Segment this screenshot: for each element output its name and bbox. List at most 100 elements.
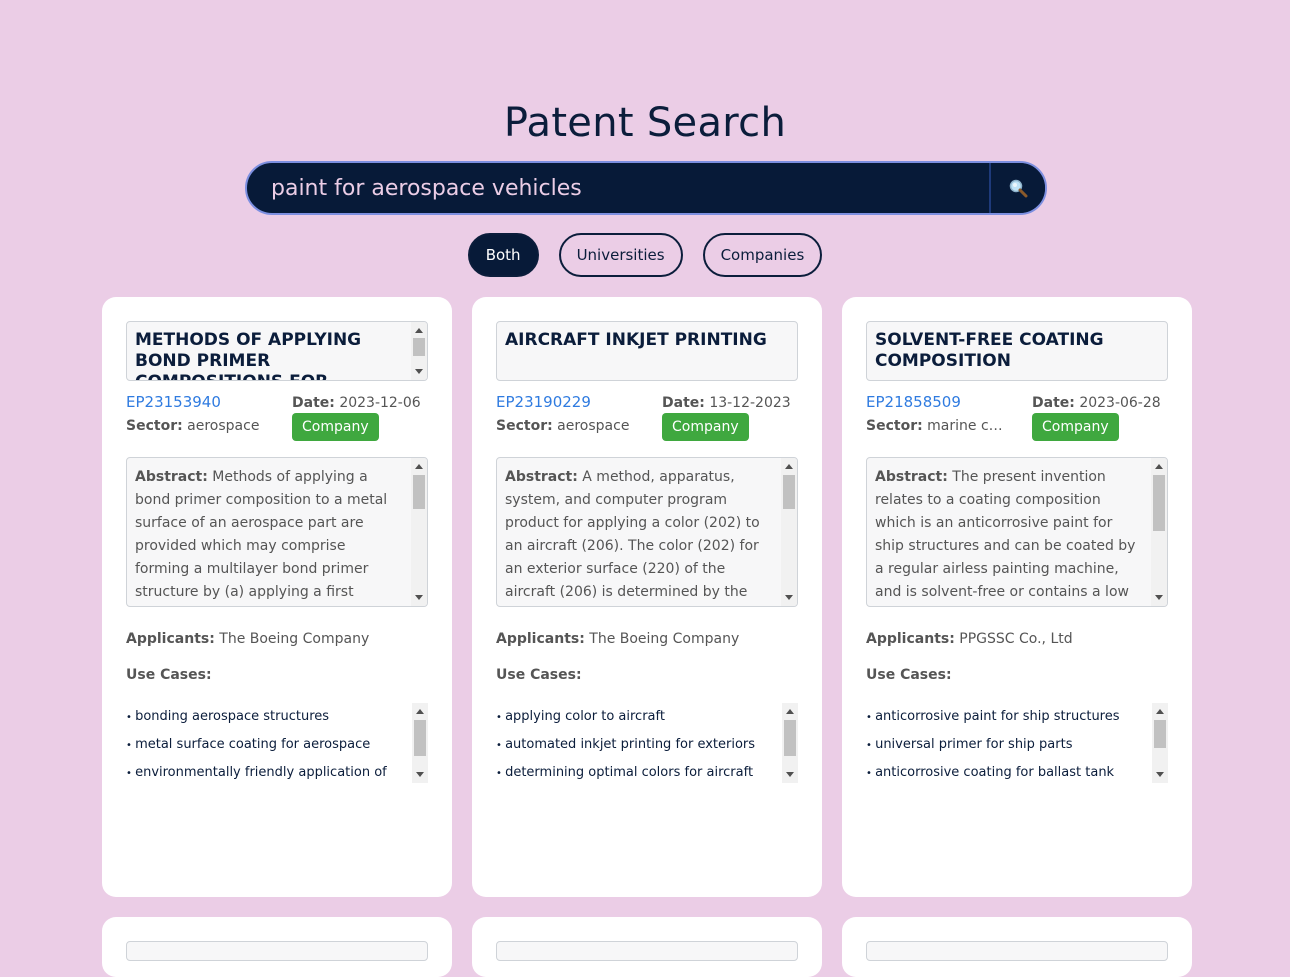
patent-meta: EP23153940 Date: 2023-12-06 Sector: aero…	[126, 393, 428, 457]
list-item: environmentally friendly application of	[126, 761, 408, 783]
results-grid: METHODS OF APPLYING BOND PRIMER COMPOSIT…	[102, 297, 1192, 977]
status-badge: Company	[1032, 413, 1119, 441]
scroll-down-icon[interactable]	[415, 595, 423, 600]
applicants: Applicants: The Boeing Company	[496, 631, 798, 647]
list-item: bonding aerospace structures	[126, 705, 408, 733]
scroll-thumb[interactable]	[413, 475, 425, 509]
filter-group: Both Universities Companies	[0, 233, 1290, 277]
patent-card	[102, 917, 452, 977]
patent-sector: Sector: aerospace	[126, 418, 286, 434]
patent-date: Date: 2023-06-28	[1032, 395, 1161, 411]
use-cases-label: Use Cases:	[126, 667, 212, 683]
scroll-down-icon[interactable]	[416, 772, 424, 777]
abstract-box[interactable]: Abstract: A method, apparatus, system, a…	[496, 457, 798, 607]
use-cases-list: bonding aerospace structures metal surfa…	[126, 703, 408, 783]
title-box[interactable]: METHODS OF APPLYING BOND PRIMER COMPOSIT…	[126, 321, 428, 381]
list-item: determining optimal colors for aircraft	[496, 761, 778, 783]
sector-value: marine coatings	[927, 418, 1006, 434]
status-badge: Company	[662, 413, 749, 441]
abstract-box[interactable]: Abstract: Methods of applying a bond pri…	[126, 457, 428, 607]
abstract-text: The present invention relates to a coati…	[875, 469, 1136, 600]
patent-sector: Sector: marine coatings	[866, 418, 1006, 434]
filter-both-button[interactable]: Both	[467, 233, 539, 277]
date-label: Date:	[292, 395, 335, 411]
scroll-down-icon[interactable]	[786, 772, 794, 777]
title-box[interactable]	[866, 941, 1168, 961]
use-cases-box[interactable]: applying color to aircraft automated ink…	[496, 703, 798, 783]
patent-id-link[interactable]: EP23190229	[496, 393, 591, 411]
scroll-up-icon[interactable]	[1155, 464, 1163, 469]
filter-companies-button[interactable]: Companies	[702, 233, 823, 277]
scroll-thumb[interactable]	[413, 338, 425, 356]
scroll-down-icon[interactable]	[785, 595, 793, 600]
applicants-value: The Boeing Company	[219, 631, 370, 647]
patent-title: METHODS OF APPLYING BOND PRIMER COMPOSIT…	[135, 330, 362, 380]
date-value: 13-12-2023	[709, 395, 791, 411]
abstract-box[interactable]: Abstract: The present invention relates …	[866, 457, 1168, 607]
search-button[interactable]	[989, 163, 1045, 213]
use-cases-label: Use Cases:	[866, 667, 952, 683]
applicants-value: PPGSSC Co., Ltd	[959, 631, 1073, 647]
search-input[interactable]	[247, 163, 989, 213]
title-box[interactable]: AIRCRAFT INKJET PRINTING	[496, 321, 798, 381]
use-cases-box[interactable]: anticorrosive paint for ship structures …	[866, 703, 1168, 783]
scroll-up-icon[interactable]	[786, 709, 794, 714]
patent-card: SOLVENT-FREE COATING COMPOSITION EP21858…	[842, 297, 1192, 897]
list-item: applying color to aircraft	[496, 705, 778, 733]
patent-card	[472, 917, 822, 977]
applicants-label: Applicants:	[866, 631, 955, 647]
scroll-thumb[interactable]	[784, 720, 796, 756]
patent-sector: Sector: aerospace	[496, 418, 656, 434]
patent-title: AIRCRAFT INKJET PRINTING	[505, 330, 767, 350]
scroll-down-icon[interactable]	[1155, 595, 1163, 600]
applicants-value: The Boeing Company	[589, 631, 740, 647]
scrollbar[interactable]	[412, 703, 428, 783]
use-cases-box[interactable]: bonding aerospace structures metal surfa…	[126, 703, 428, 783]
list-item: automated inkjet printing for exteriors	[496, 733, 778, 761]
patent-card	[842, 917, 1192, 977]
scrollbar[interactable]	[1151, 458, 1167, 606]
scroll-up-icon[interactable]	[415, 464, 423, 469]
abstract-label: Abstract:	[505, 469, 578, 485]
applicants: Applicants: PPGSSC Co., Ltd	[866, 631, 1168, 647]
sector-value: aerospace	[557, 418, 630, 434]
scroll-thumb[interactable]	[1153, 475, 1165, 531]
scroll-thumb[interactable]	[414, 720, 426, 756]
list-item: universal primer for ship parts	[866, 733, 1148, 761]
scrollbar[interactable]	[781, 458, 797, 606]
patent-meta: EP21858509 Date: 2023-06-28 Sector: mari…	[866, 393, 1168, 457]
title-box[interactable]	[496, 941, 798, 961]
scrollbar[interactable]	[411, 322, 427, 380]
scroll-down-icon[interactable]	[1156, 772, 1164, 777]
scroll-down-icon[interactable]	[415, 369, 423, 374]
abstract-label: Abstract:	[875, 469, 948, 485]
patent-meta: EP23190229 Date: 13-12-2023 Sector: aero…	[496, 393, 798, 457]
search-icon	[1009, 179, 1028, 198]
scrollbar[interactable]	[1152, 703, 1168, 783]
list-item: anticorrosive paint for ship structures	[866, 705, 1148, 733]
scrollbar[interactable]	[782, 703, 798, 783]
title-box[interactable]: SOLVENT-FREE COATING COMPOSITION	[866, 321, 1168, 381]
patent-id-link[interactable]: EP23153940	[126, 393, 221, 411]
patent-id-link[interactable]: EP21858509	[866, 393, 961, 411]
date-value: 2023-12-06	[339, 395, 421, 411]
use-cases-label: Use Cases:	[496, 667, 582, 683]
patent-card: AIRCRAFT INKJET PRINTING EP23190229 Date…	[472, 297, 822, 897]
list-item: anticorrosive coating for ballast tank	[866, 761, 1148, 783]
use-cases-list: applying color to aircraft automated ink…	[496, 703, 778, 783]
scroll-up-icon[interactable]	[416, 709, 424, 714]
abstract-label: Abstract:	[135, 469, 208, 485]
filter-universities-button[interactable]: Universities	[558, 233, 683, 277]
abstract-text: Methods of applying a bond primer compos…	[135, 469, 388, 600]
scroll-thumb[interactable]	[1154, 720, 1166, 748]
scrollbar[interactable]	[411, 458, 427, 606]
abstract-text: A method, apparatus, system, and compute…	[505, 469, 760, 600]
sector-label: Sector:	[866, 418, 923, 434]
applicants-label: Applicants:	[496, 631, 585, 647]
scroll-up-icon[interactable]	[415, 328, 423, 333]
scroll-up-icon[interactable]	[785, 464, 793, 469]
scroll-up-icon[interactable]	[1156, 709, 1164, 714]
scroll-thumb[interactable]	[783, 475, 795, 509]
sector-label: Sector:	[126, 418, 183, 434]
title-box[interactable]	[126, 941, 428, 961]
